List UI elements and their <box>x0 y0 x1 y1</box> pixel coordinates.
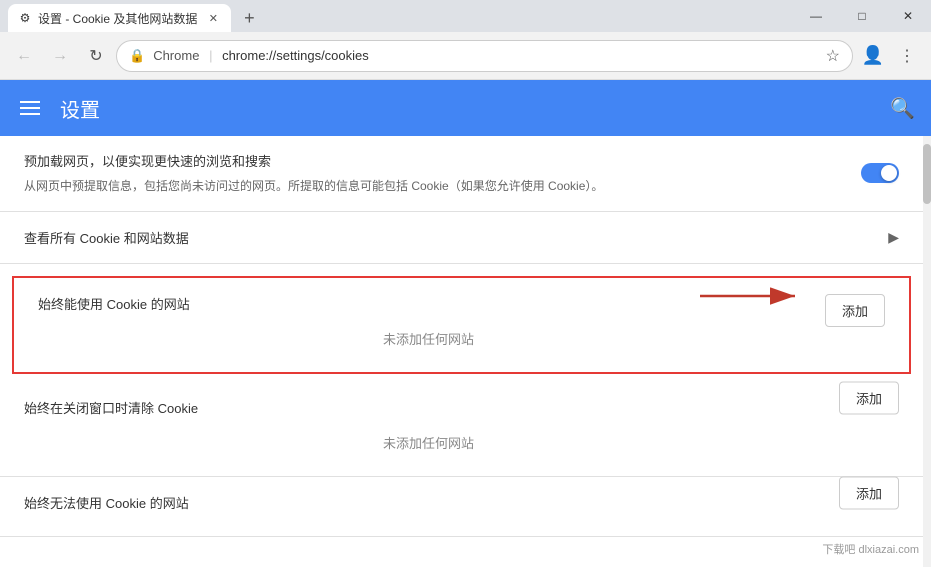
account-button[interactable]: 👤 <box>857 40 889 72</box>
titlebar-left: ⚙ 设置 - Cookie 及其他网站数据 ✕ + <box>0 0 263 32</box>
clear-on-exit-add-button[interactable]: 添加 <box>839 381 899 414</box>
tab-area: ⚙ 设置 - Cookie 及其他网站数据 ✕ + <box>0 0 263 32</box>
clear-on-exit-section: 始终在关闭窗口时清除 Cookie 未添加任何网站 添加 <box>0 382 923 477</box>
hamburger-menu-button[interactable] <box>16 97 44 119</box>
clear-on-exit-empty: 未添加任何网站 <box>24 425 833 460</box>
chrome-header: 设置 🔍 <box>0 80 931 136</box>
titlebar: ⚙ 设置 - Cookie 及其他网站数据 ✕ + — □ ✕ <box>0 0 931 32</box>
close-button[interactable]: ✕ <box>885 0 931 32</box>
block-cookies-section: 始终无法使用 Cookie 的网站 添加 <box>0 477 923 537</box>
menu-button[interactable]: ⋮ <box>891 40 923 72</box>
gear-icon: ⚙ <box>20 11 31 25</box>
active-tab[interactable]: ⚙ 设置 - Cookie 及其他网站数据 ✕ <box>8 4 231 32</box>
preload-title: 预加载网页，以便实现更快速的浏览和搜索 <box>24 152 843 173</box>
maximize-button[interactable]: □ <box>839 0 885 32</box>
view-cookies-text: 查看所有 Cookie 和网站数据 <box>24 228 189 247</box>
new-tab-button[interactable]: + <box>235 4 263 32</box>
bookmark-star-icon[interactable]: ☆ <box>826 46 840 66</box>
addressbar: ← → ↻ 🔒 Chrome | chrome://settings/cooki… <box>0 32 931 80</box>
site-sections-container: 始终能使用 Cookie 的网站 未添加任何网站 添加 始终在关闭窗口时清除 C… <box>0 276 923 537</box>
back-icon: ← <box>16 47 32 65</box>
scrollbar[interactable] <box>923 136 931 567</box>
url-separator: | <box>209 48 212 63</box>
forward-icon: → <box>52 47 68 65</box>
main-content: 预加载网页，以便实现更快速的浏览和搜索 从网页中预提取信息，包括您尚未访问过的网… <box>0 136 931 567</box>
forward-button[interactable]: → <box>44 40 76 72</box>
url-path: chrome://settings/cookies <box>222 48 369 63</box>
block-cookies-add-button[interactable]: 添加 <box>839 476 899 509</box>
search-icon[interactable]: 🔍 <box>890 96 915 121</box>
allow-cookies-add-button[interactable]: 添加 <box>825 294 885 327</box>
allow-cookies-title: 始终能使用 Cookie 的网站 <box>38 294 819 313</box>
page-title: 设置 <box>60 94 874 123</box>
clear-on-exit-title: 始终在关闭窗口时清除 Cookie <box>24 398 833 417</box>
settings-content: 预加载网页，以便实现更快速的浏览和搜索 从网页中预提取信息，包括您尚未访问过的网… <box>0 136 923 567</box>
toolbar-right: 👤 ⋮ <box>857 40 923 72</box>
url-prefix: Chrome <box>153 48 199 63</box>
back-button[interactable]: ← <box>8 40 40 72</box>
preload-section: 预加载网页，以便实现更快速的浏览和搜索 从网页中预提取信息，包括您尚未访问过的网… <box>0 136 923 212</box>
tab-close-button[interactable]: ✕ <box>205 10 221 26</box>
url-text: Chrome | chrome://settings/cookies <box>153 48 817 63</box>
block-cookies-title: 始终无法使用 Cookie 的网站 <box>24 493 833 512</box>
tab-icon: ⚙ <box>18 11 32 25</box>
tab-title: 设置 - Cookie 及其他网站数据 <box>38 10 197 27</box>
toggle-switch[interactable] <box>861 163 899 183</box>
omnibox[interactable]: 🔒 Chrome | chrome://settings/cookies ☆ <box>116 40 853 72</box>
preload-subtitle: 从网页中预提取信息，包括您尚未访问过的网页。所提取的信息可能包括 Cookie（… <box>24 177 843 195</box>
minimize-button[interactable]: — <box>793 0 839 32</box>
menu-icon: ⋮ <box>899 46 915 66</box>
lock-icon: 🔒 <box>129 48 145 64</box>
view-cookies-row[interactable]: 查看所有 Cookie 和网站数据 ▶ <box>0 212 923 264</box>
chevron-right-icon: ▶ <box>888 229 899 246</box>
refresh-button[interactable]: ↻ <box>80 40 112 72</box>
account-icon: 👤 <box>862 45 884 66</box>
preload-toggle[interactable] <box>861 163 899 183</box>
refresh-icon: ↻ <box>89 46 102 66</box>
window-controls: — □ ✕ <box>793 0 931 32</box>
allow-cookies-section: 始终能使用 Cookie 的网站 未添加任何网站 添加 <box>12 276 911 374</box>
allow-cookies-empty: 未添加任何网站 <box>38 321 819 356</box>
scrollbar-thumb[interactable] <box>923 144 931 204</box>
